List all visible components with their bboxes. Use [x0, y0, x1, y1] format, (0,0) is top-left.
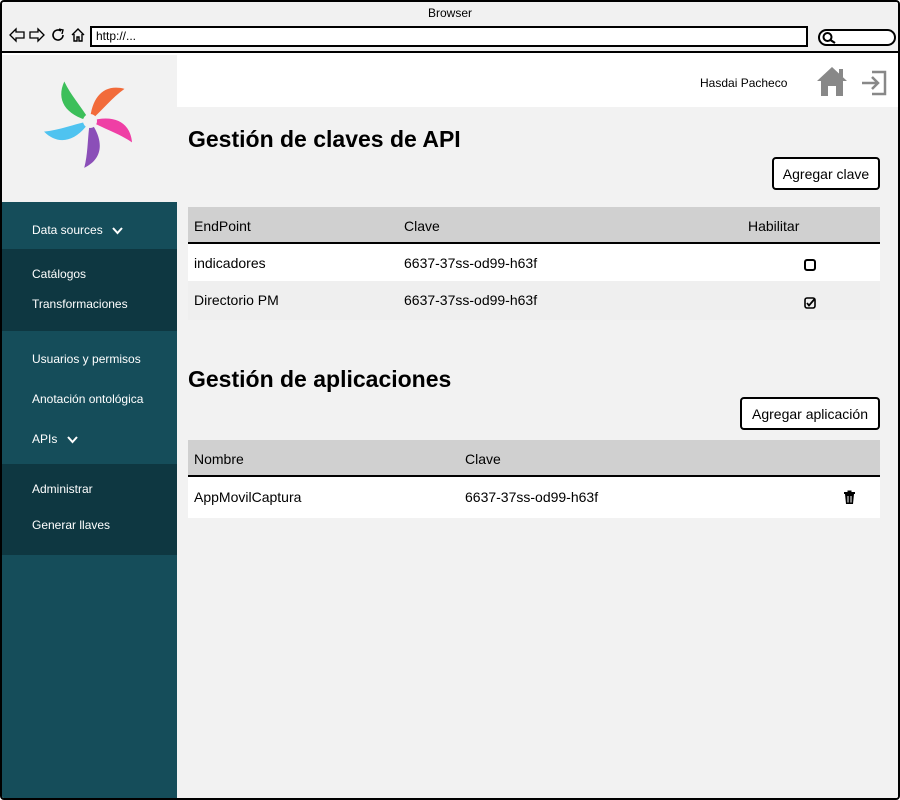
- table-header: Nombre Clave: [188, 440, 880, 477]
- sidebar-item-anotacion[interactable]: Anotación ontológica: [32, 392, 143, 406]
- enable-checkbox-checked[interactable]: [803, 296, 817, 310]
- home-small-icon[interactable]: [69, 26, 87, 44]
- reload-icon[interactable]: [49, 26, 67, 44]
- apis-submenu: Administrar Generar llaves: [2, 464, 177, 555]
- table-row: indicadores 6637-37ss-od99-h63f: [188, 244, 880, 281]
- search-icon: [822, 32, 836, 44]
- api-keys-table: EndPoint Clave Habilitar indicadores 663…: [188, 207, 880, 320]
- browser-title: Browser: [427, 6, 472, 20]
- column-header: EndPoint: [194, 218, 251, 234]
- trash-icon[interactable]: [843, 490, 856, 505]
- key-cell: 6637-37ss-od99-h63f: [465, 489, 599, 505]
- forward-arrow-icon[interactable]: [28, 26, 46, 44]
- top-bar: Hasdai Pacheco: [177, 55, 898, 107]
- endpoint-cell: indicadores: [194, 255, 266, 271]
- chevron-down-icon: [66, 436, 78, 444]
- api-keys-title: Gestión de claves de API: [188, 126, 461, 152]
- browser-window: Browser http://... Data sources Catálogo…: [0, 0, 900, 800]
- back-arrow-icon[interactable]: [8, 26, 26, 44]
- logo-pinwheel-icon: [44, 81, 133, 168]
- logo-area: [2, 55, 177, 202]
- column-header: Clave: [465, 451, 501, 467]
- home-icon[interactable]: [815, 65, 849, 97]
- apps-title: Gestión de aplicaciones: [188, 366, 452, 392]
- column-header: Clave: [404, 218, 440, 234]
- sidebar-item-generar-llaves[interactable]: Generar llaves: [32, 518, 110, 532]
- add-key-button[interactable]: Agregar clave: [772, 157, 880, 190]
- apps-table: Nombre Clave AppMovilCaptura 6637-37ss-o…: [188, 440, 880, 518]
- url-input[interactable]: http://...: [90, 26, 808, 47]
- add-app-button[interactable]: Agregar aplicación: [740, 397, 880, 430]
- browser-chrome: Browser http://...: [2, 2, 898, 53]
- sidebar-item-administrar[interactable]: Administrar: [32, 482, 93, 496]
- table-row: Directorio PM 6637-37ss-od99-h63f: [188, 281, 880, 320]
- browser-search-field[interactable]: [818, 29, 896, 46]
- key-cell: 6637-37ss-od99-h63f: [404, 255, 538, 271]
- username-label[interactable]: Hasdai Pacheco: [700, 76, 787, 90]
- column-header: Habilitar: [748, 218, 800, 234]
- sidebar-item-transformaciones[interactable]: Transformaciones: [32, 297, 128, 311]
- sidebar-item-label: Data sources: [32, 223, 103, 237]
- sidebar-item-usuarios[interactable]: Usuarios y permisos: [32, 352, 141, 366]
- app-name-cell: AppMovilCaptura: [194, 489, 302, 505]
- enable-checkbox-unchecked[interactable]: [803, 258, 817, 272]
- logout-icon[interactable]: [860, 69, 888, 97]
- sidebar: Data sources Catálogos Transformaciones …: [2, 55, 177, 798]
- sidebar-item-label: APIs: [32, 432, 58, 446]
- table-header: EndPoint Clave Habilitar: [188, 207, 880, 244]
- data-sources-submenu: Catálogos Transformaciones: [2, 249, 177, 331]
- main-content: Hasdai Pacheco Gestión de claves de API …: [177, 55, 898, 798]
- chevron-down-icon: [112, 227, 123, 235]
- sidebar-item-catalogos[interactable]: Catálogos: [32, 267, 86, 281]
- table-row: AppMovilCaptura 6637-37ss-od99-h63f: [188, 477, 880, 518]
- key-cell: 6637-37ss-od99-h63f: [404, 292, 538, 308]
- sidebar-item-apis[interactable]: APIs: [32, 432, 78, 446]
- sidebar-item-data-sources[interactable]: Data sources: [32, 223, 123, 237]
- column-header: Nombre: [194, 451, 244, 467]
- endpoint-cell: Directorio PM: [194, 292, 279, 308]
